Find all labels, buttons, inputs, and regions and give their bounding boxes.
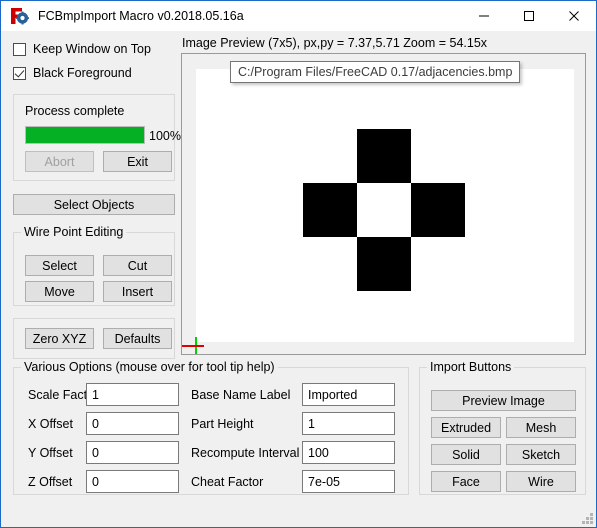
- progress-bar-fill: [26, 127, 144, 143]
- sketch-button[interactable]: Sketch: [506, 444, 576, 465]
- resize-grip[interactable]: [580, 511, 593, 524]
- extruded-button[interactable]: Extruded: [431, 417, 501, 438]
- select-objects-button[interactable]: Select Objects: [13, 194, 175, 215]
- maximize-icon[interactable]: [506, 1, 551, 31]
- base-name-label-label: Base Name Label: [191, 388, 291, 402]
- image-preview-header: Image Preview (7x5), px,py = 7.37,5.71 Z…: [182, 36, 488, 50]
- preview-image-button[interactable]: Preview Image: [431, 390, 576, 411]
- zero-xyz-button[interactable]: Zero XYZ: [25, 328, 94, 349]
- wire-button[interactable]: Wire: [506, 471, 576, 492]
- window-title: FCBmpImport Macro v0.2018.05.16a: [38, 9, 244, 23]
- black-foreground-checkbox-row[interactable]: Black Foreground: [13, 66, 132, 80]
- bitmap-pixel-0-2: [411, 129, 465, 183]
- wire-point-editing-group: Wire Point Editing Select Cut Move Inser…: [13, 225, 175, 306]
- bitmap-pixel-1-1: [357, 183, 411, 237]
- wire-move-button[interactable]: Move: [25, 281, 94, 302]
- bitmap-pixel-2-0: [303, 237, 357, 291]
- mesh-button[interactable]: Mesh: [506, 417, 576, 438]
- wire-point-editing-title: Wire Point Editing: [21, 225, 127, 239]
- window-controls: [461, 1, 596, 31]
- image-preview-canvas[interactable]: [196, 69, 574, 342]
- image-path-tooltip: C:/Program Files/FreeCAD 0.17/adjacencie…: [230, 61, 521, 83]
- solid-button[interactable]: Solid: [431, 444, 501, 465]
- freecad-logo-icon: [8, 5, 30, 27]
- cheat-factor-input[interactable]: 7e-05: [302, 470, 395, 493]
- part-height-label: Part Height: [191, 417, 254, 431]
- abort-button[interactable]: Abort: [25, 151, 94, 172]
- cheat-factor-label: Cheat Factor: [191, 475, 264, 489]
- process-group: Process complete 100% Abort Exit: [13, 94, 181, 181]
- recompute-interval-input[interactable]: 100: [302, 441, 395, 464]
- bitmap-pixel-0-1: [357, 129, 411, 183]
- progress-bar: [25, 126, 145, 144]
- fcbmpimport-window: FCBmpImport Macro v0.2018.05.16a Keep Wi…: [0, 0, 597, 528]
- minimize-icon[interactable]: [461, 1, 506, 31]
- wire-cut-button[interactable]: Cut: [103, 255, 172, 276]
- bitmap-pixel-grid: [303, 129, 465, 291]
- bitmap-pixel-2-2: [411, 237, 465, 291]
- x-offset-label: X Offset: [28, 417, 73, 431]
- keep-window-on-top-checkbox-row[interactable]: Keep Window on Top: [13, 42, 151, 56]
- close-icon[interactable]: [551, 1, 596, 31]
- exit-button[interactable]: Exit: [103, 151, 172, 172]
- z-offset-input[interactable]: 0: [86, 470, 179, 493]
- origin-marker-horizontal: [182, 345, 204, 347]
- black-foreground-checkbox[interactable]: [13, 66, 26, 80]
- face-button[interactable]: Face: [431, 471, 501, 492]
- import-buttons-group: Import Buttons Preview Image Extruded Me…: [419, 360, 586, 495]
- keep-window-on-top-label: Keep Window on Top: [33, 42, 151, 56]
- image-preview-frame[interactable]: [181, 53, 586, 355]
- z-offset-label: Z Offset: [28, 475, 73, 489]
- y-offset-input[interactable]: 0: [86, 441, 179, 464]
- wire-insert-button[interactable]: Insert: [103, 281, 172, 302]
- progress-percent-label: 100%: [149, 129, 181, 143]
- part-height-input[interactable]: 1: [302, 412, 395, 435]
- keep-window-on-top-checkbox[interactable]: [13, 42, 26, 56]
- bitmap-pixel-0-0: [303, 129, 357, 183]
- wire-select-button[interactable]: Select: [25, 255, 94, 276]
- title-bar: FCBmpImport Macro v0.2018.05.16a: [1, 1, 596, 31]
- defaults-button[interactable]: Defaults: [103, 328, 172, 349]
- process-status: Process complete: [25, 104, 125, 118]
- recompute-interval-label: Recompute Interval: [191, 446, 300, 460]
- base-name-label-input[interactable]: Imported: [302, 383, 395, 406]
- x-offset-input[interactable]: 0: [86, 412, 179, 435]
- y-offset-label: Y Offset: [28, 446, 73, 460]
- scale-factor-input[interactable]: 1: [86, 383, 179, 406]
- various-options-group: Various Options (mouse over for tool tip…: [13, 360, 409, 495]
- bitmap-pixel-2-1: [357, 237, 411, 291]
- bitmap-pixel-1-0: [303, 183, 357, 237]
- various-options-title: Various Options (mouse over for tool tip…: [21, 360, 278, 374]
- bitmap-pixel-1-2: [411, 183, 465, 237]
- black-foreground-label: Black Foreground: [33, 66, 132, 80]
- import-buttons-title: Import Buttons: [427, 360, 515, 374]
- reset-group: Zero XYZ Defaults: [13, 318, 175, 359]
